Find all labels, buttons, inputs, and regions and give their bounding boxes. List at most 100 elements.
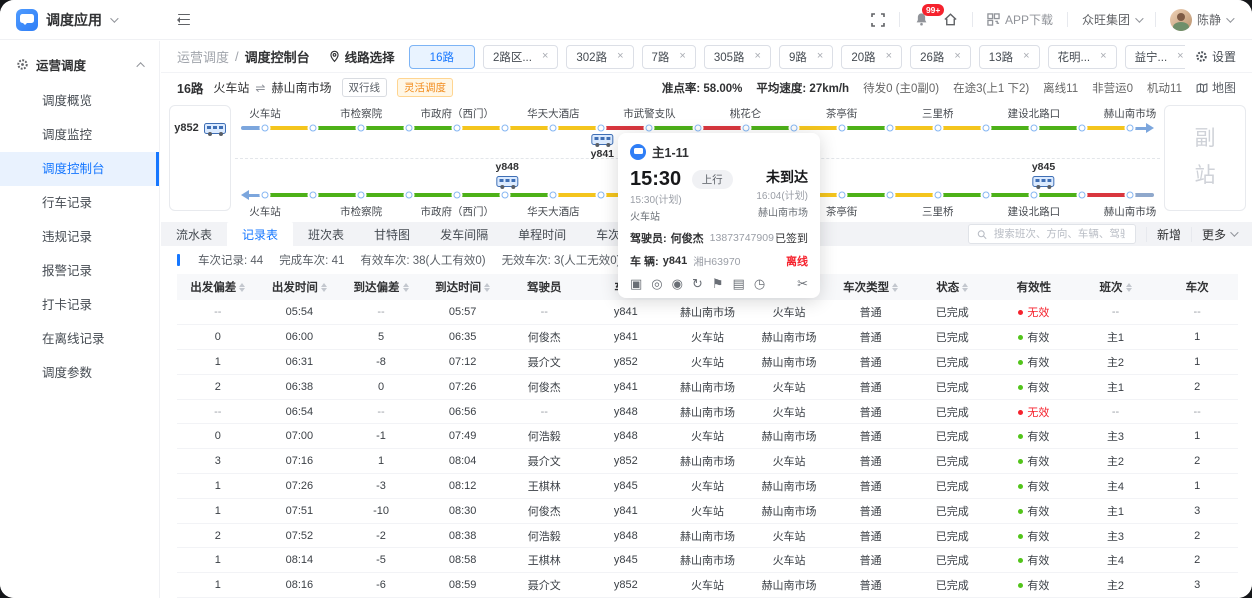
swap-direction-icon[interactable]: ⇌ <box>255 81 265 95</box>
route-chip[interactable]: 益宁...× <box>1125 45 1185 69</box>
table-row[interactable]: 107:51-1008:30何俊杰y841火车站赫山南市场普通已完成有效主13 <box>177 498 1238 523</box>
station-node[interactable] <box>982 192 989 199</box>
table-row[interactable]: 007:00-107:49何浩毅y848火车站赫山南市场普通已完成有效主31 <box>177 424 1238 449</box>
close-icon[interactable]: × <box>617 51 623 62</box>
more-button[interactable]: 更多 <box>1202 226 1236 243</box>
station-node[interactable] <box>550 125 557 132</box>
sidebar-item-违规记录[interactable]: 违规记录 <box>0 220 159 254</box>
table-row[interactable]: 106:31-807:12聂介文y852火车站赫山南市场普通已完成有效主21 <box>177 350 1238 375</box>
sort-icon[interactable] <box>484 280 490 295</box>
table-row[interactable]: 206:38007:26何俊杰y841赫山南市场火车站普通已完成有效主12 <box>177 374 1238 399</box>
station-node[interactable] <box>1030 125 1037 132</box>
app-logo[interactable]: 调度应用 <box>0 9 160 31</box>
sort-icon[interactable] <box>892 280 898 295</box>
close-icon[interactable]: × <box>679 51 685 62</box>
schedule-icon[interactable]: ▣ <box>630 277 642 290</box>
company-selector[interactable]: 众旺集团 <box>1082 11 1141 28</box>
table-row[interactable]: 307:16108:04聂介文y852赫山南市场火车站普通已完成有效主22 <box>177 449 1238 474</box>
column-header[interactable]: 出发偏差 <box>177 274 259 300</box>
fullscreen-icon[interactable] <box>871 13 885 27</box>
table-row[interactable]: --06:54--06:56--y848赫山南市场火车站普通已完成无效---- <box>177 399 1238 424</box>
close-icon[interactable]: × <box>886 51 892 62</box>
sidebar-item-调度参数[interactable]: 调度参数 <box>0 356 159 390</box>
column-header[interactable]: 班次 <box>1075 274 1157 300</box>
station-node[interactable] <box>934 125 941 132</box>
depot-bus[interactable]: y852 <box>170 122 230 134</box>
tab-单程时间[interactable]: 单程时间 <box>503 222 581 246</box>
table-row[interactable]: --05:54--05:57--y841赫山南市场火车站普通已完成无效---- <box>177 300 1238 325</box>
sidebar-item-报警记录[interactable]: 报警记录 <box>0 254 159 288</box>
sort-icon[interactable] <box>239 280 245 295</box>
station-node[interactable] <box>502 192 509 199</box>
station-node[interactable] <box>838 192 845 199</box>
record-icon[interactable]: ◉ <box>672 277 683 290</box>
station-node[interactable] <box>790 125 797 132</box>
station-node[interactable] <box>454 125 461 132</box>
close-icon[interactable]: × <box>954 51 960 62</box>
station-node[interactable] <box>358 125 365 132</box>
station-node[interactable] <box>310 192 317 199</box>
table-row[interactable]: 207:52-208:38何浩毅y848赫山南市场火车站普通已完成有效主32 <box>177 523 1238 548</box>
close-icon[interactable]: × <box>755 51 761 62</box>
route-chip[interactable]: 302路× <box>566 45 633 69</box>
tab-发车间隔[interactable]: 发车间隔 <box>425 222 503 246</box>
station-node[interactable] <box>1030 192 1037 199</box>
column-header[interactable]: 出发时间 <box>259 274 341 300</box>
collapse-menu-icon[interactable] <box>174 14 190 26</box>
history-icon[interactable]: ↻ <box>692 277 703 290</box>
station-node[interactable] <box>886 125 893 132</box>
route-chip[interactable]: 20路× <box>841 45 902 69</box>
notifications-button[interactable]: 99+ <box>914 12 929 27</box>
station-node[interactable] <box>262 192 269 199</box>
sidebar-group-operations[interactable]: 运营调度 <box>0 41 159 84</box>
bus-marker-y845[interactable]: y845 <box>1032 161 1055 187</box>
sidebar-item-调度控制台[interactable]: 调度控制台 <box>0 152 159 186</box>
station-node[interactable] <box>598 125 605 132</box>
breadcrumb-parent[interactable]: 运营调度 <box>177 47 229 66</box>
station-node[interactable] <box>1078 192 1085 199</box>
sidebar-item-行车记录[interactable]: 行车记录 <box>0 186 159 220</box>
station-node[interactable] <box>262 125 269 132</box>
route-chip[interactable]: 26路× <box>910 45 971 69</box>
sort-icon[interactable] <box>403 280 409 295</box>
sidebar-item-在离线记录[interactable]: 在离线记录 <box>0 322 159 356</box>
column-header[interactable]: 到达偏差 <box>340 274 422 300</box>
route-chip[interactable]: 305路× <box>704 45 771 69</box>
table-row[interactable]: 108:16-608:59聂介文y852火车站赫山南市场普通已完成有效主23 <box>177 573 1238 598</box>
station-node[interactable] <box>406 192 413 199</box>
tab-流水表[interactable]: 流水表 <box>161 222 227 246</box>
close-icon[interactable]: × <box>542 51 548 62</box>
station-node[interactable] <box>742 125 749 132</box>
search-input[interactable] <box>992 227 1127 241</box>
route-chip[interactable]: 9路× <box>779 45 833 69</box>
table-row[interactable]: 006:00506:35何俊杰y841火车站赫山南市场普通已完成有效主11 <box>177 325 1238 350</box>
station-node[interactable] <box>982 125 989 132</box>
column-header[interactable]: 车次类型 <box>830 274 912 300</box>
tab-甘特图[interactable]: 甘特图 <box>359 222 425 246</box>
route-chip[interactable]: 16路 <box>409 45 475 69</box>
list-icon[interactable]: ▤ <box>733 277 745 290</box>
station-node[interactable] <box>694 125 701 132</box>
station-node[interactable] <box>550 192 557 199</box>
route-chip[interactable]: 13路× <box>979 45 1040 69</box>
route-chip[interactable]: 2路区...× <box>483 45 558 69</box>
app-download-button[interactable]: APP下载 <box>987 11 1053 28</box>
service-icon[interactable]: ◎ <box>651 277 662 290</box>
column-header[interactable]: 状态 <box>911 274 993 300</box>
user-menu[interactable]: 陈静 <box>1170 9 1232 31</box>
station-node[interactable] <box>310 125 317 132</box>
close-icon[interactable]: × <box>1177 51 1183 62</box>
station-node[interactable] <box>1078 125 1085 132</box>
station-node[interactable] <box>934 192 941 199</box>
close-icon[interactable]: × <box>1023 51 1029 62</box>
station-node[interactable] <box>502 125 509 132</box>
column-header[interactable]: 到达时间 <box>422 274 504 300</box>
sidebar-item-调度概览[interactable]: 调度概览 <box>0 84 159 118</box>
table-row[interactable]: 108:14-508:58王棋林y845赫山南市场火车站普通已完成有效主42 <box>177 548 1238 573</box>
station-node[interactable] <box>1127 125 1134 132</box>
station-node[interactable] <box>646 125 653 132</box>
route-chip[interactable]: 花明...× <box>1048 45 1117 69</box>
station-node[interactable] <box>1127 192 1134 199</box>
route-chip[interactable]: 7路× <box>642 45 696 69</box>
add-button[interactable]: 新增 <box>1157 226 1181 243</box>
